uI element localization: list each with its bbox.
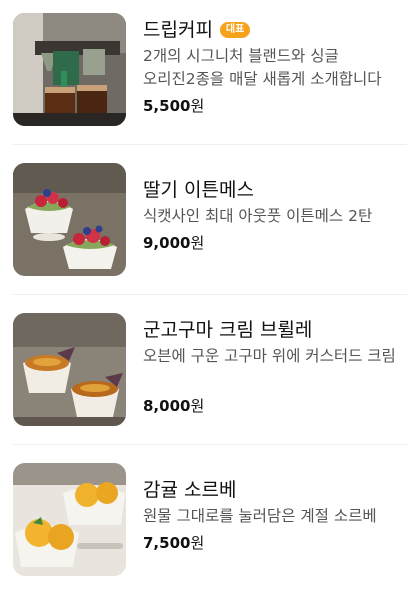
menu-item-title: 군고구마 크림 브륄레 [143,319,313,341]
menu-item-drip-coffee[interactable]: 드립커피 대표 2개의 시그니처 블랜드와 싱글 오리진2종을 매달 새롭게 소… [0,0,420,140]
sweet-potato-creme-brulee-photo [13,313,126,426]
menu-item-info: 딸기 이튼메스 식캣사인 최대 아웃풋 이튼메스 2탄 9,000원 [143,176,412,254]
menu-item-strawberry-eton-mess[interactable]: 딸기 이튼메스 식캣사인 최대 아웃풋 이튼메스 2탄 9,000원 [0,150,420,290]
menu-item-price: 7,500원 [143,532,412,554]
price-amount: 9,000 [143,234,191,252]
menu-item-title: 드립커피 [143,19,213,41]
menu-item-description: 식캣사인 최대 아웃풋 이튼메스 2탄 [143,207,373,225]
price-unit: 원 [190,234,205,252]
menu-item-description: 2개의 시그니처 블랜드와 싱글 오리진2종을 매달 새롭게 소개합니다 [143,47,382,88]
menu-item-description: 오븐에 구운 고구마 위에 커스터드 크림 [143,347,396,365]
menu-item-sweet-potato-creme-brulee[interactable]: 군고구마 크림 브륄레 오븐에 구운 고구마 위에 커스터드 크림 8,000원 [0,300,420,440]
menu-item-tangerine-sorbet[interactable]: 감귤 소르베 원물 그대로를 눌러담은 계절 소르베 7,500원 [0,450,420,590]
tangerine-sorbet-photo [13,463,126,576]
drip-coffee-photo [13,13,126,126]
menu-item-info: 감귤 소르베 원물 그대로를 눌러담은 계절 소르베 7,500원 [143,476,412,554]
menu-item-title: 딸기 이튼메스 [143,179,254,201]
menu-item-title: 감귤 소르베 [143,479,237,501]
menu-item-price: 9,000원 [143,232,412,254]
divider [13,294,407,295]
menu-item-info: 드립커피 대표 2개의 시그니처 블랜드와 싱글 오리진2종을 매달 새롭게 소… [143,16,412,117]
strawberry-eton-mess-photo [13,163,126,276]
menu-item-price: 5,500원 [143,95,412,117]
price-unit: 원 [190,397,205,415]
price-unit: 원 [190,534,205,552]
price-unit: 원 [190,97,205,115]
price-amount: 8,000 [143,397,191,415]
signature-badge: 대표 [219,22,251,38]
divider [13,144,407,145]
menu-item-price: 8,000원 [143,395,412,417]
price-amount: 5,500 [143,97,191,115]
divider [13,444,407,445]
price-amount: 7,500 [143,534,191,552]
menu-item-description: 원물 그대로를 눌러담은 계절 소르베 [143,507,377,525]
menu-item-info: 군고구마 크림 브륄레 오븐에 구운 고구마 위에 커스터드 크림 8,000원 [143,316,412,417]
